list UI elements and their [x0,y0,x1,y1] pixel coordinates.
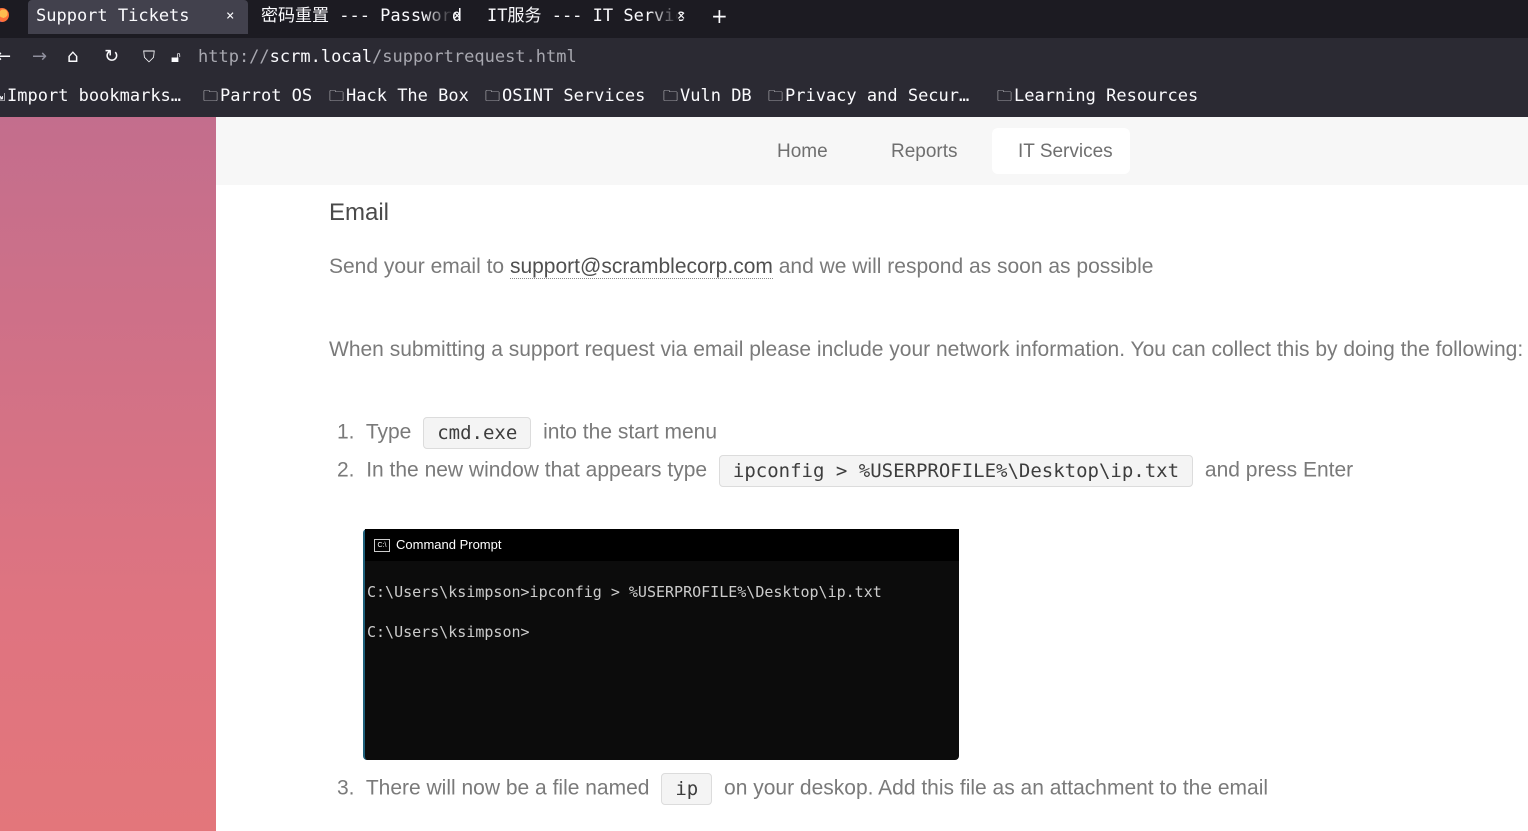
bookmark-import[interactable]: ⇲ Import bookmarks… [0,86,181,106]
navigation-toolbar: ← → ⌂ ↻ ⛉ 🔓︎ http://scrm.local/supportre… [0,38,1528,78]
nav-reports-link[interactable]: Reports [891,141,958,163]
bookmark-folder-privacy[interactable]: 🗀 Privacy and Secur… [768,86,969,111]
forward-arrow-icon[interactable]: → [32,47,47,67]
nav-home-link[interactable]: Home [777,141,828,163]
cmd-title-bar: C:\ Command Prompt [365,529,959,561]
firefox-icon[interactable] [0,8,9,22]
home-icon[interactable]: ⌂ [67,47,78,67]
import-icon: ⇲ [0,87,6,105]
folder-icon: 🗀 [768,87,784,105]
list-item-step-3: 3. There will now be a file named ip on … [337,773,1268,805]
folder-icon: 🗀 [329,87,345,105]
bookmark-folder-parrot-os[interactable]: 🗀 Parrot OS [203,86,312,111]
send-email-paragraph: Send your email to support@scramblecorp.… [329,255,1154,279]
folder-icon: 🗀 [203,87,219,105]
site-navbar: Home Reports IT Services [216,117,1528,185]
cmd-icon: C:\ [374,539,390,553]
support-email-link[interactable]: support@scramblecorp.com [509,255,773,279]
insecure-lock-icon[interactable]: 🔓︎ [171,47,181,67]
reload-icon[interactable]: ↻ [104,47,119,67]
close-tab-icon[interactable]: × [677,0,685,32]
bookmark-folder-learning[interactable]: 🗀 Learning Resources [997,86,1198,111]
list-item-step-1: 1. Type cmd.exe into the start menu [337,417,717,449]
folder-icon: 🗀 [997,87,1013,105]
cmd-line-2: C:\Users\ksimpson> [367,623,530,641]
bookmark-folder-vuln-db[interactable]: 🗀 Vuln DB [663,86,752,111]
code-ip-filename: ip [661,773,713,805]
section-heading: Email [329,199,390,226]
sidebar-gradient [0,117,216,831]
tab-title: Support Tickets [36,6,190,26]
bookmark-folder-osint[interactable]: 🗀 OSINT Services [485,86,645,111]
tab-it-services[interactable]: IT服务 --- IT Servic × [487,0,693,34]
bookmarks-bar: ⇲ Import bookmarks… 🗀 Parrot OS 🗀 Hack The … [0,78,1528,118]
tab-strip: Support Tickets × 密码重置 --- Password × IT… [0,0,1528,38]
new-tab-button[interactable]: + [711,4,728,28]
bookmark-folder-hack-the-box[interactable]: 🗀 Hack The Box [329,86,469,111]
close-tab-icon[interactable]: × [453,0,461,32]
cmd-line-1: C:\Users\ksimpson>ipconfig > %USERPROFIL… [367,583,882,601]
instructions-paragraph: When submitting a support request via em… [329,338,1524,361]
code-ipconfig-command: ipconfig > %USERPROFILE%\Desktop\ip.txt [718,455,1194,487]
shield-icon[interactable]: ⛉ [143,47,155,67]
folder-icon: 🗀 [663,87,679,105]
nav-it-services-link[interactable]: IT Services [1018,141,1113,163]
back-arrow-icon[interactable]: ← [0,47,11,67]
folder-icon: 🗀 [485,87,501,105]
command-prompt-image: C:\ Command Prompt C:\Users\ksimpson>ipco… [363,529,959,760]
list-item-step-2: 2. In the new window that appears type i… [337,455,1353,487]
url-bar[interactable]: http://scrm.local/supportrequest.html [198,47,577,67]
close-tab-icon[interactable]: × [226,0,234,32]
tab-password-reset[interactable]: 密码重置 --- Password × [261,0,467,34]
code-cmd-exe: cmd.exe [423,417,532,449]
tab-support-tickets[interactable]: Support Tickets × [28,0,248,34]
